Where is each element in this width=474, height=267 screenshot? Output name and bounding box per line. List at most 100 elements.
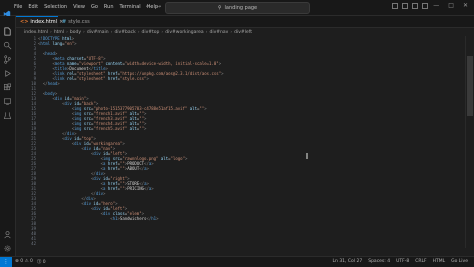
toggle-secondary-sidebar-icon[interactable] (412, 3, 418, 9)
breadcrumb-item[interactable]: index.html (24, 30, 48, 35)
menu-item[interactable]: Go (91, 3, 98, 11)
extensions-icon[interactable] (3, 77, 12, 91)
code-token: > (146, 166, 149, 171)
code-token: > (144, 126, 147, 131)
minimize-icon[interactable]: — (433, 2, 439, 9)
customize-layout-icon[interactable] (422, 3, 428, 9)
code-token: > (146, 76, 149, 81)
layout-controls (392, 3, 428, 9)
chevron-right-icon: › (83, 29, 85, 35)
tab-index-html[interactable]: <> index.html × (16, 16, 63, 27)
status-item[interactable]: CRLF (415, 259, 426, 264)
breadcrumb-item[interactable]: div#main (87, 30, 109, 35)
chevron-right-icon: › (137, 29, 140, 35)
status-left: ⊗ 0 ⚠ 0 ⓵ 0 (15, 259, 46, 265)
status-right: Ln 31, Col 27 Spaces: 4 UTF-8 CRLF HTML Go Li… (333, 259, 468, 264)
breadcrumb-item[interactable]: div#left (234, 30, 252, 35)
testing-icon[interactable] (3, 105, 12, 119)
toggle-panel-icon[interactable] (402, 3, 408, 9)
status-item[interactable]: ⊗ 0 ⚠ 0 (15, 259, 33, 265)
status-item[interactable]: Spaces: 4 (368, 259, 390, 264)
breadcrumb-item[interactable]: div#workingarea (165, 30, 203, 35)
back-arrow-icon[interactable]: ← (146, 3, 151, 10)
code-token: > (122, 141, 125, 146)
code-token: alt (127, 126, 137, 131)
toggle-primary-sidebar-icon[interactable] (392, 3, 398, 9)
source-control-icon[interactable] (3, 49, 12, 64)
search-view-icon[interactable] (3, 35, 12, 50)
code-token: html (40, 41, 51, 46)
code-token: "width=device-width, initial-scale=1.0" (124, 61, 219, 66)
code-token: "logo" (170, 156, 185, 161)
command-center-label: landing page (224, 5, 258, 11)
code-token: > (103, 191, 106, 196)
code-line[interactable]: </head> (38, 81, 60, 86)
status-item[interactable]: HTML (433, 259, 446, 264)
code-token: href (105, 166, 118, 171)
menu-item[interactable]: Selection (44, 3, 67, 11)
editor-scrollbar[interactable] (465, 36, 474, 248)
status-item[interactable]: Go Live (451, 259, 468, 264)
breadcrumb-item[interactable]: div#nav (209, 30, 228, 35)
code-editor[interactable]: 1 2 3 4 5 6 7 8 9 10 11 12 13 14 15 16 17 18 19 20 21 22 23 24 2… (16, 36, 466, 248)
tab-style-css[interactable]: # style.css (58, 16, 94, 27)
vscode-window: File Edit Selection View Go Run Terminal Help ←… (0, 0, 474, 267)
code-line[interactable]: <html lang="en"> (38, 41, 77, 46)
status-item[interactable]: ⓵ 0 (37, 259, 46, 265)
close-icon[interactable]: ✕ (463, 2, 468, 9)
menu-item[interactable]: File (14, 3, 22, 11)
status-bar: ⋮ ⊗ 0 ⚠ 0⓵ 0 Ln 31, Col 27 Spaces: 4 UTF-8… (0, 256, 474, 267)
code-token: head (47, 81, 58, 86)
breadcrumb-item[interactable]: div#back (114, 30, 135, 35)
status-item[interactable]: Ln 31, Col 27 (333, 259, 363, 264)
command-center[interactable]: ⚲ landing page (165, 2, 310, 14)
code-token: > (74, 41, 77, 46)
text-cursor (306, 153, 308, 159)
menu-item[interactable]: Terminal (120, 3, 141, 11)
account-icon[interactable] (3, 224, 12, 239)
code-token: href (105, 186, 118, 191)
code-line[interactable]: <h1>Sandwichers</h1> (38, 216, 159, 221)
forward-arrow-icon[interactable]: → (156, 3, 161, 10)
code-token: PRICING (127, 186, 145, 191)
breadcrumb-item[interactable]: body (70, 30, 81, 35)
scrollbar-thumb[interactable] (467, 56, 473, 116)
run-debug-icon[interactable] (3, 63, 12, 77)
code-token: "stylesheet" (76, 76, 106, 81)
chevron-right-icon: › (161, 29, 164, 35)
line-number: 42 (31, 241, 36, 246)
code-token: alt (187, 106, 197, 111)
code-area[interactable]: <!DOCTYPE html> <html lang="en"> <head> <… (38, 36, 458, 248)
chevron-right-icon: › (205, 29, 208, 35)
code-token: > (151, 161, 154, 166)
menu-item[interactable]: Run (104, 3, 114, 11)
line-number-gutter: 1 2 3 4 5 6 7 8 9 10 11 12 13 14 15 16 17 18 19 20 21 22 23 24 2… (16, 36, 38, 248)
vscode-logo-icon (3, 3, 11, 18)
chevron-right-icon: › (230, 29, 233, 35)
code-token: ABOUT (127, 166, 140, 171)
explorer-icon[interactable] (3, 21, 12, 36)
chevron-right-icon: › (50, 29, 52, 35)
code-token: lang (50, 41, 63, 46)
chevron-right-icon: › (66, 29, 68, 35)
code-token: > (156, 216, 159, 221)
menu-item[interactable]: Edit (28, 3, 38, 11)
breadcrumb-item[interactable]: html (54, 30, 64, 35)
status-item[interactable]: UTF-8 (396, 259, 409, 264)
editor-tabs: <> index.html × # style.css (16, 16, 474, 28)
search-icon: ⚲ (217, 5, 222, 11)
code-token: > (57, 81, 60, 86)
code-token: href (105, 76, 118, 81)
code-token: > (151, 186, 154, 191)
maximize-icon[interactable]: □ (448, 2, 454, 9)
remote-explorer-icon[interactable] (3, 91, 12, 105)
breadcrumb-item[interactable]: div#top (142, 30, 160, 35)
nav-arrows: ← → (146, 3, 161, 10)
settings-gear-icon[interactable] (3, 238, 12, 252)
code-token: > (184, 156, 188, 161)
code-token: "french5.avif" (93, 126, 128, 131)
code-token: > (221, 71, 224, 76)
title-bar: File Edit Selection View Go Run Terminal Help ←… (0, 0, 474, 18)
menu-item[interactable]: View (73, 3, 85, 11)
